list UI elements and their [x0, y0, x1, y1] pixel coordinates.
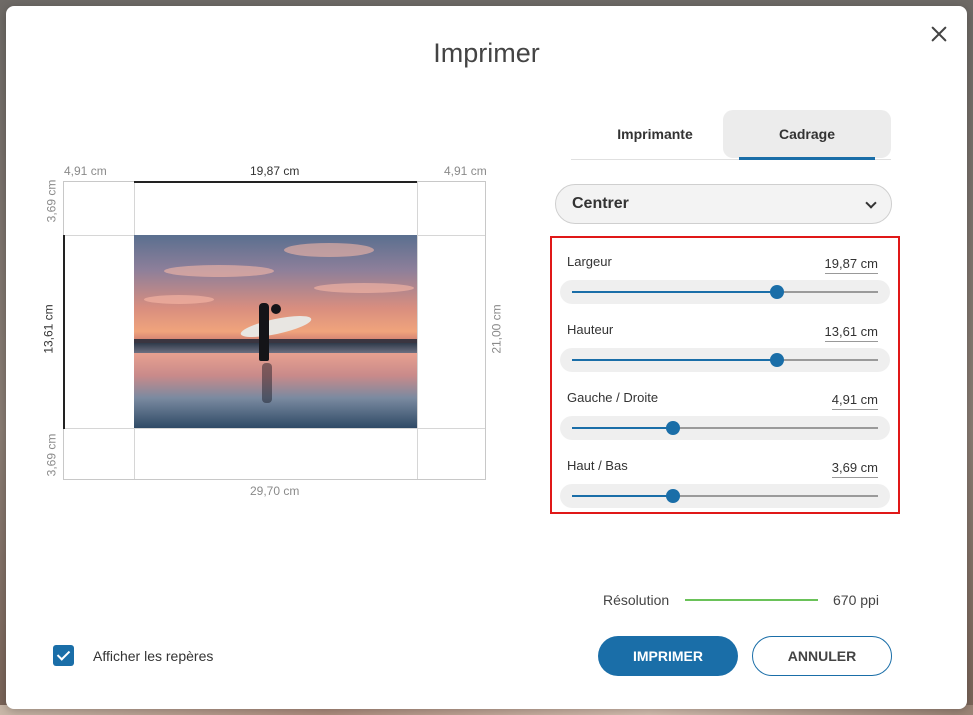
chevron-down-icon	[865, 197, 877, 209]
paper-preview	[63, 181, 486, 480]
slider-handle[interactable]	[665, 489, 680, 503]
image-height-marker	[63, 235, 65, 429]
margin-top-label: 3,69 cm	[44, 179, 59, 223]
print-button[interactable]: IMPRIMER	[598, 636, 738, 676]
photo-shore	[134, 343, 417, 353]
guide-line	[417, 182, 418, 479]
slider-fill	[572, 359, 778, 361]
photo-preview	[134, 235, 417, 428]
slider-row-hauteur: Hauteur 13,61 cm	[560, 310, 890, 378]
cancel-button[interactable]: ANNULER	[752, 636, 892, 676]
image-height-label: 13,61 cm	[41, 304, 56, 354]
dialog-title: Imprimer	[433, 38, 540, 68]
slider-value-input[interactable]: 4,91 cm	[831, 392, 878, 410]
photo-surfer-head	[271, 304, 281, 314]
slider-track[interactable]	[560, 348, 890, 372]
margin-left-top-label: 4,91 cm	[64, 164, 107, 178]
active-tab-indicator	[739, 157, 875, 160]
slider-row-largeur: Largeur 19,87 cm	[560, 242, 890, 310]
slider-track[interactable]	[560, 280, 890, 304]
slider-track[interactable]	[560, 416, 890, 440]
position-select-value: Centrer	[572, 195, 629, 212]
image-width-marker	[134, 181, 417, 183]
slider-fill	[572, 495, 673, 497]
resolution-indicator	[685, 599, 818, 601]
margin-right-top-label: 4,91 cm	[444, 164, 487, 178]
slider-row-gauche-droite: Gauche / Droite 4,91 cm	[560, 378, 890, 446]
slider-handle[interactable]	[770, 353, 785, 367]
slider-track[interactable]	[560, 484, 890, 508]
print-dialog: Imprimer 4,91 cm 19,87 cm 4,91 cm 3,69 c…	[6, 6, 967, 709]
slider-value-input[interactable]: 13,61 cm	[824, 324, 878, 342]
slider-label: Haut / Bas	[567, 458, 628, 473]
slider-label: Hauteur	[567, 322, 614, 337]
slider-handle[interactable]	[770, 285, 785, 299]
slider-value-input[interactable]: 3,69 cm	[831, 460, 878, 478]
show-guides-checkbox[interactable]	[53, 645, 74, 666]
photo-surfboard	[239, 311, 313, 342]
tab-cadrage[interactable]: Cadrage	[723, 110, 891, 158]
photo-cloud	[144, 295, 214, 304]
resolution-value: 670 ppi	[833, 592, 879, 608]
photo-surfer	[259, 303, 269, 361]
slider-row-haut-bas: Haut / Bas 3,69 cm	[560, 446, 890, 514]
photo-cloud	[314, 283, 414, 293]
slider-fill	[572, 291, 778, 293]
image-width-label: 19,87 cm	[250, 164, 300, 178]
slider-value-input[interactable]: 19,87 cm	[824, 256, 878, 274]
photo-wet-sand	[134, 353, 417, 428]
crop-sliders-highlight: Largeur 19,87 cm Hauteur 13,61 cm Gauche…	[550, 236, 900, 514]
paper-width-label: 29,70 cm	[250, 484, 300, 498]
slider-label: Largeur	[567, 254, 612, 269]
tab-imprimante[interactable]: Imprimante	[571, 110, 739, 158]
paper-height-label: 21,00 cm	[489, 304, 504, 354]
guide-line	[64, 428, 485, 429]
position-select[interactable]: Centrer	[555, 184, 892, 224]
photo-reflection	[262, 363, 272, 403]
photo-cloud	[284, 243, 374, 257]
photo-cloud	[164, 265, 274, 277]
resolution-label: Résolution	[603, 592, 670, 608]
show-guides-label[interactable]: Afficher les repères	[93, 648, 213, 664]
margin-bottom-label: 3,69 cm	[44, 433, 59, 477]
slider-fill	[572, 427, 673, 429]
slider-label: Gauche / Droite	[567, 390, 659, 405]
slider-handle[interactable]	[665, 421, 680, 435]
